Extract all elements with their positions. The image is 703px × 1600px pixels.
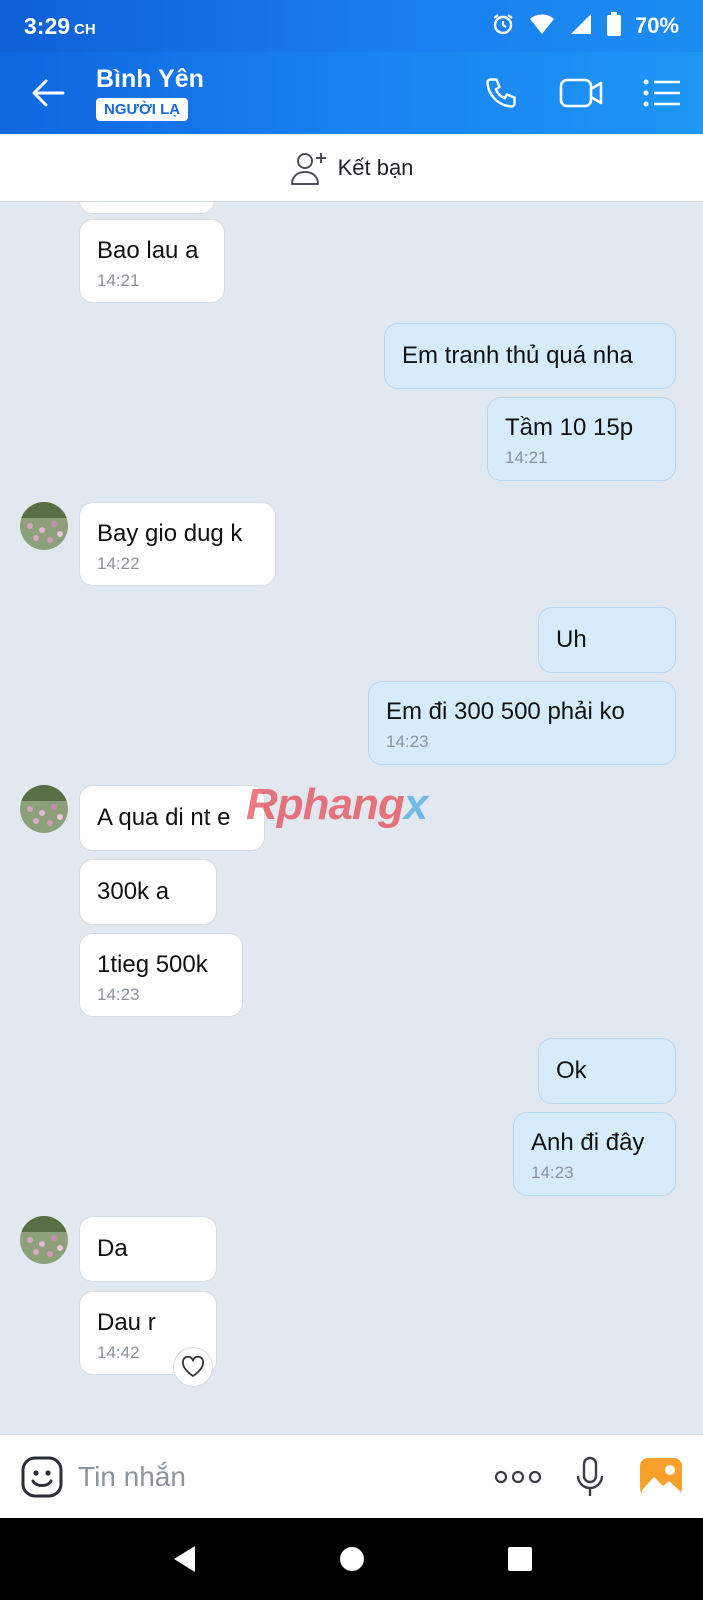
message-time: 14:23 [97, 985, 140, 1004]
message-input[interactable] [78, 1460, 495, 1493]
phone-call-button[interactable] [483, 75, 519, 111]
video-camera-icon [559, 78, 603, 108]
message-text: Uh [556, 626, 587, 653]
message-text: Dau r [97, 1309, 156, 1336]
contact-avatar[interactable] [20, 502, 68, 550]
sticker-button[interactable] [20, 1455, 64, 1499]
message-bubble-partial[interactable] [79, 202, 215, 214]
message-bubble-incoming[interactable]: 1tieg 500k 14:23 [79, 933, 243, 1017]
status-icons: 70% [491, 11, 679, 41]
message-text: Em đi 300 500 phải ko [386, 698, 625, 725]
video-call-button[interactable] [559, 76, 603, 110]
status-bar: 3:29 CH 70% [0, 0, 703, 52]
message-list[interactable]: Bao lau a 14:21 Em tranh thủ quá nha Tầm… [0, 202, 703, 1434]
voice-message-button[interactable] [575, 1456, 605, 1498]
wifi-icon [529, 13, 555, 40]
message-text: 1tieg 500k [97, 951, 208, 978]
message-time: 14:23 [531, 1163, 574, 1182]
nav-home-button[interactable] [338, 1545, 366, 1573]
back-button[interactable] [0, 52, 96, 134]
system-nav-bar [0, 1518, 703, 1600]
message-text: A qua di nt e [97, 804, 231, 831]
message-text: Da [97, 1235, 128, 1262]
message-time: 14:21 [505, 448, 548, 467]
contact-name: Bình Yên [96, 65, 204, 93]
phone-icon [486, 78, 516, 108]
microphone-icon [576, 1456, 604, 1496]
battery-icon [606, 11, 621, 41]
sticker-smile-icon [21, 1456, 63, 1497]
message-text: 300k a [97, 878, 170, 905]
flower-field-avatar-image [20, 1216, 68, 1264]
watermark: Rphangx [246, 780, 428, 829]
message-bubble-outgoing[interactable]: Tầm 10 15p 14:21 [487, 397, 676, 481]
message-bubble-incoming[interactable]: Da [79, 1216, 217, 1282]
message-time: 14:21 [97, 271, 140, 290]
alarm-icon [491, 12, 515, 41]
message-text: Anh đi đây [531, 1129, 645, 1156]
message-bubble-outgoing[interactable]: Ok [538, 1038, 676, 1104]
message-bubble-incoming[interactable]: Bay gio dug k 14:22 [79, 502, 276, 586]
message-bubble-outgoing[interactable]: Anh đi đây 14:23 [513, 1112, 676, 1196]
message-time: 14:22 [97, 554, 140, 573]
contact-avatar[interactable] [20, 785, 68, 833]
list-menu-icon [643, 79, 680, 107]
more-options-button[interactable] [495, 1469, 541, 1485]
contact-avatar[interactable] [20, 1216, 68, 1264]
add-friend-button[interactable]: Kết bạn [0, 134, 703, 202]
message-text: Bao lau a [97, 237, 199, 264]
arrow-left-icon [32, 79, 65, 107]
circle-home-icon [339, 1547, 364, 1571]
signal-icon [569, 13, 593, 40]
message-text: Ok [556, 1057, 587, 1084]
message-bubble-incoming[interactable]: A qua di nt e [79, 785, 265, 851]
message-bubble-outgoing[interactable]: Uh [538, 607, 676, 673]
react-heart-button[interactable] [173, 1347, 213, 1387]
message-text: Em tranh thủ quá nha [402, 342, 633, 369]
message-bubble-outgoing[interactable]: Em đi 300 500 phải ko 14:23 [368, 681, 676, 765]
message-input-bar [0, 1434, 703, 1518]
menu-button[interactable] [643, 78, 681, 108]
send-photo-button[interactable] [639, 1457, 683, 1497]
status-time: 3:29 [24, 12, 71, 39]
nav-recents-button[interactable] [507, 1546, 533, 1572]
message-bubble-outgoing[interactable]: Em tranh thủ quá nha [384, 323, 676, 389]
message-time: 14:23 [386, 732, 429, 751]
stranger-badge: NGƯỜI LẠ [96, 98, 189, 121]
more-dots-icon [495, 1470, 541, 1483]
battery-level: 70% [634, 13, 679, 38]
contact-info[interactable]: Bình Yên NGƯỜI LẠ [96, 65, 204, 121]
flower-field-avatar-image [20, 785, 68, 833]
chat-header: Bình Yên NGƯỜI LẠ [0, 52, 703, 134]
message-text: Tầm 10 15p [505, 414, 634, 441]
triangle-back-icon [173, 1546, 195, 1572]
add-friend-label: Kết bạn [337, 154, 414, 180]
message-text: Bay gio dug k [97, 520, 243, 547]
add-user-icon [290, 152, 326, 185]
flower-field-avatar-image [20, 502, 68, 550]
message-bubble-incoming[interactable]: Bao lau a 14:21 [79, 219, 225, 303]
heart-icon [181, 1356, 205, 1377]
square-recents-icon [507, 1547, 532, 1571]
message-bubble-incoming[interactable]: 300k a [79, 859, 217, 925]
nav-back-button[interactable] [171, 1544, 197, 1574]
status-ampm: CH [74, 20, 96, 38]
photo-gallery-icon [640, 1457, 682, 1496]
